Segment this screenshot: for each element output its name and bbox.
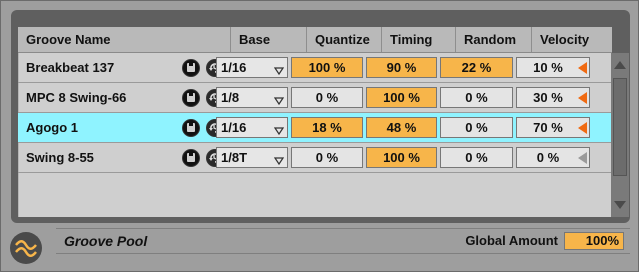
- quantize-value: 18 %: [312, 120, 342, 135]
- quantize-value: 0 %: [315, 150, 339, 165]
- quantize-field[interactable]: 0 %: [291, 87, 363, 108]
- header-velocity[interactable]: Velocity: [531, 27, 612, 52]
- random-field[interactable]: 22 %: [440, 57, 513, 78]
- timing-value: 48 %: [386, 120, 417, 135]
- timing-field[interactable]: 100 %: [366, 147, 437, 168]
- velocity-triangle-icon: [578, 62, 587, 74]
- quantize-value: 100 %: [308, 60, 346, 75]
- header-groove-name[interactable]: Groove Name: [18, 27, 230, 52]
- base-value: 1/8T: [221, 150, 248, 165]
- timing-value: 100 %: [383, 90, 420, 105]
- random-value: 0 %: [465, 90, 488, 105]
- table-row[interactable]: Swing 8-55 1/8T 0 % 100 % 0 % 0 %: [18, 143, 612, 173]
- random-value: 0 %: [465, 150, 488, 165]
- velocity-value: 10 %: [533, 60, 563, 75]
- random-field[interactable]: 0 %: [440, 117, 513, 138]
- velocity-field[interactable]: 10 %: [516, 57, 590, 78]
- dropdown-triangle-icon[interactable]: [273, 92, 285, 111]
- dropdown-triangle-icon[interactable]: [273, 62, 285, 81]
- table-row[interactable]: Breakbeat 137 1/16 100 % 90 % 22 % 10 %: [18, 53, 612, 83]
- scrollbar-thumb[interactable]: [613, 78, 627, 176]
- scroll-down-arrow-icon[interactable]: [613, 198, 627, 213]
- velocity-value: 0 %: [536, 150, 560, 165]
- base-value: 1/8: [221, 90, 240, 105]
- hot-swap-save-icon[interactable]: [182, 119, 200, 137]
- velocity-triangle-icon: [578, 92, 587, 104]
- groove-pool-footer: Groove Pool Global Amount 100%: [56, 228, 630, 254]
- base-value: 1/16: [221, 120, 247, 135]
- global-amount-label: Global Amount: [465, 233, 558, 248]
- groove-pool-title: Groove Pool: [64, 233, 148, 249]
- base-value: 1/16: [221, 60, 247, 75]
- header-base[interactable]: Base: [230, 27, 306, 52]
- dropdown-triangle-icon[interactable]: [273, 152, 285, 171]
- scroll-up-arrow-icon[interactable]: [613, 58, 627, 73]
- groove-name: Swing 8-55: [26, 150, 94, 165]
- table-row[interactable]: Agogo 1 1/16 18 % 48 % 0 % 70 %: [18, 113, 612, 143]
- hot-swap-save-icon[interactable]: [182, 59, 200, 77]
- base-field[interactable]: 1/8T: [216, 147, 288, 168]
- groove-pool-icon[interactable]: [10, 232, 42, 264]
- velocity-field[interactable]: 30 %: [516, 87, 590, 108]
- timing-field[interactable]: 48 %: [366, 117, 437, 138]
- velocity-triangle-icon: [578, 122, 587, 134]
- groove-name: Agogo 1: [26, 120, 78, 135]
- quantize-field[interactable]: 0 %: [291, 147, 363, 168]
- header-timing[interactable]: Timing: [381, 27, 455, 52]
- velocity-triangle-icon: [578, 152, 587, 164]
- quantize-field[interactable]: 100 %: [291, 57, 363, 78]
- random-field[interactable]: 0 %: [440, 147, 513, 168]
- velocity-value: 30 %: [533, 90, 563, 105]
- timing-field[interactable]: 100 %: [366, 87, 437, 108]
- velocity-value: 70 %: [533, 120, 563, 135]
- global-amount-field[interactable]: 100%: [564, 232, 624, 250]
- base-field[interactable]: 1/16: [216, 57, 288, 78]
- random-value: 0 %: [465, 120, 488, 135]
- hot-swap-save-icon[interactable]: [182, 89, 200, 107]
- hot-swap-save-icon[interactable]: [182, 149, 200, 167]
- timing-value: 90 %: [386, 60, 417, 75]
- quantize-value: 0 %: [315, 90, 339, 105]
- velocity-field[interactable]: 0 %: [516, 147, 590, 168]
- quantize-field[interactable]: 18 %: [291, 117, 363, 138]
- groove-name: MPC 8 Swing-66: [26, 90, 127, 105]
- timing-value: 100 %: [383, 150, 420, 165]
- table-header: Groove Name Base Quantize Timing Random …: [18, 27, 612, 53]
- groove-name: Breakbeat 137: [26, 60, 115, 75]
- base-field[interactable]: 1/16: [216, 117, 288, 138]
- table-row[interactable]: MPC 8 Swing-66 1/8 0 % 100 % 0 % 30 %: [18, 83, 612, 113]
- header-quantize[interactable]: Quantize: [306, 27, 381, 52]
- dropdown-triangle-icon[interactable]: [273, 122, 285, 141]
- base-field[interactable]: 1/8: [216, 87, 288, 108]
- velocity-field[interactable]: 70 %: [516, 117, 590, 138]
- timing-field[interactable]: 90 %: [366, 57, 437, 78]
- random-field[interactable]: 0 %: [440, 87, 513, 108]
- random-value: 22 %: [461, 60, 492, 75]
- header-random[interactable]: Random: [455, 27, 531, 52]
